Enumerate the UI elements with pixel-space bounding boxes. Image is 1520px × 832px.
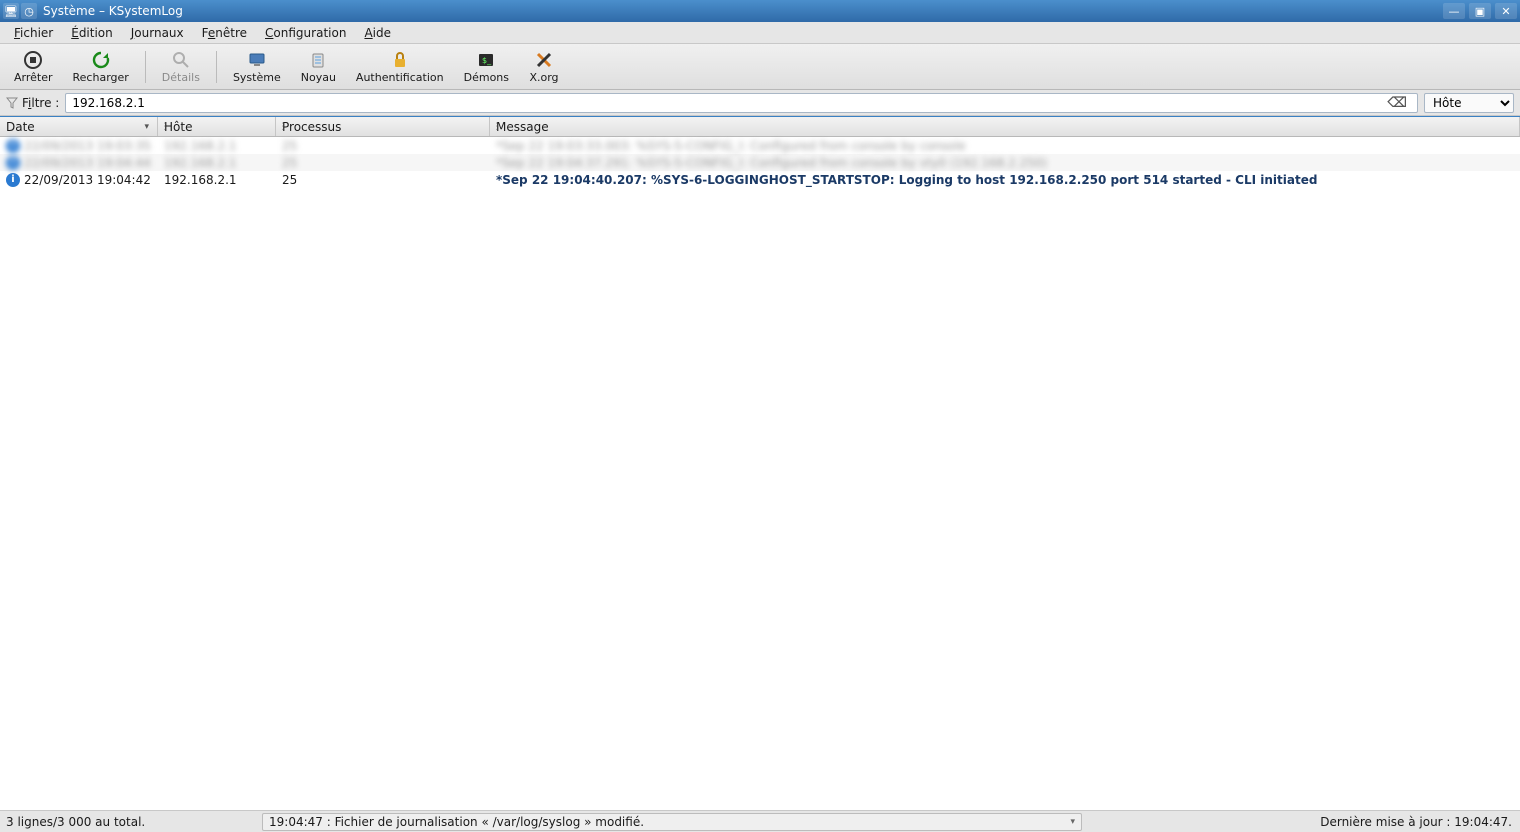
system-button[interactable]: Système xyxy=(225,47,289,86)
menu-edit[interactable]: Édition xyxy=(63,24,121,42)
sysicons: 🖥 ◷ xyxy=(3,3,37,19)
daemons-label: Démons xyxy=(464,71,509,84)
col-message[interactable]: ⋮Message xyxy=(490,117,1520,136)
window-titlebar: 🖥 ◷ Système – KSystemLog — ▣ ✕ xyxy=(0,0,1520,22)
app-menu-icon[interactable]: ◷ xyxy=(21,3,37,19)
funnel-icon xyxy=(6,97,18,109)
table-row[interactable]: i22/09/2013 19:04:44192.168.2.125*Sep 22… xyxy=(0,154,1520,171)
xorg-button[interactable]: X.org xyxy=(521,47,567,86)
menubar: Fichier Édition Journaux Fenêtre Configu… xyxy=(0,22,1520,44)
lock-icon xyxy=(390,49,410,71)
info-icon: i xyxy=(6,156,20,170)
status-count: 3 lignes/3 000 au total. xyxy=(4,815,254,829)
stop-icon xyxy=(23,49,43,71)
filter-bar: Filtre : ⌫ Hôte xyxy=(0,90,1520,116)
daemons-button[interactable]: $_ Démons xyxy=(456,47,517,86)
menu-window[interactable]: Fenêtre xyxy=(194,24,255,42)
chevron-down-icon: ▾ xyxy=(1070,817,1075,827)
stop-button[interactable]: Arrêter xyxy=(6,47,61,86)
app-icon: 🖥 xyxy=(3,3,19,19)
toolbar-separator xyxy=(145,51,146,83)
kernel-icon xyxy=(308,49,328,71)
window-title: Système – KSystemLog xyxy=(43,4,1443,18)
magnify-icon xyxy=(171,49,191,71)
info-icon: i xyxy=(6,173,20,187)
menu-file[interactable]: Fichier xyxy=(6,24,61,42)
system-icon xyxy=(247,49,267,71)
clear-filter-icon[interactable]: ⌫ xyxy=(1383,95,1411,111)
menu-help[interactable]: Aide xyxy=(356,24,399,42)
reload-button[interactable]: Recharger xyxy=(65,47,137,86)
reload-icon xyxy=(91,49,111,71)
terminal-icon: $_ xyxy=(476,49,496,71)
minimize-button[interactable]: — xyxy=(1443,3,1465,19)
details-label: Détails xyxy=(162,71,200,84)
xorg-label: X.org xyxy=(529,71,558,84)
auth-label: Authentification xyxy=(356,71,444,84)
table-row[interactable]: i22/09/2013 19:03:35192.168.2.125*Sep 22… xyxy=(0,137,1520,154)
status-last-update: Dernière mise à jour : 19:04:47. xyxy=(1320,815,1516,829)
info-icon: i xyxy=(6,139,20,153)
table-row[interactable]: i22/09/2013 19:04:42192.168.2.125*Sep 22… xyxy=(0,171,1520,188)
status-message-combo[interactable]: 19:04:47 : Fichier de journalisation « /… xyxy=(262,813,1082,831)
col-host[interactable]: ⋮Hôte xyxy=(158,117,276,136)
auth-button[interactable]: Authentification xyxy=(348,47,452,86)
status-message: 19:04:47 : Fichier de journalisation « /… xyxy=(269,815,644,829)
filter-input[interactable] xyxy=(72,96,1383,110)
filter-label: Filtre : xyxy=(6,96,59,110)
table-body: i22/09/2013 19:03:35192.168.2.125*Sep 22… xyxy=(0,137,1520,188)
table-header: Date ▾ ⋮Hôte ⋮Processus ⋮Message xyxy=(0,117,1520,137)
kernel-button[interactable]: Noyau xyxy=(293,47,344,86)
log-table: Date ▾ ⋮Hôte ⋮Processus ⋮Message i22/09/… xyxy=(0,116,1520,810)
col-process[interactable]: ⋮Processus xyxy=(276,117,490,136)
sort-desc-icon: ▾ xyxy=(144,122,151,132)
menu-config[interactable]: Configuration xyxy=(257,24,354,42)
toolbar-separator xyxy=(216,51,217,83)
filter-input-wrap: ⌫ xyxy=(65,93,1418,113)
menu-logs[interactable]: Journaux xyxy=(123,24,192,42)
xorg-icon xyxy=(534,49,554,71)
filter-column-select[interactable]: Hôte xyxy=(1424,93,1514,113)
details-button: Détails xyxy=(154,47,208,86)
svg-text:$_: $_ xyxy=(482,56,492,65)
system-label: Système xyxy=(233,71,281,84)
reload-label: Recharger xyxy=(73,71,129,84)
close-button[interactable]: ✕ xyxy=(1495,3,1517,19)
col-date[interactable]: Date ▾ xyxy=(0,117,158,136)
stop-label: Arrêter xyxy=(14,71,53,84)
maximize-button[interactable]: ▣ xyxy=(1469,3,1491,19)
kernel-label: Noyau xyxy=(301,71,336,84)
toolbar: Arrêter Recharger Détails Système Noyau … xyxy=(0,44,1520,90)
status-bar: 3 lignes/3 000 au total. 19:04:47 : Fich… xyxy=(0,810,1520,832)
